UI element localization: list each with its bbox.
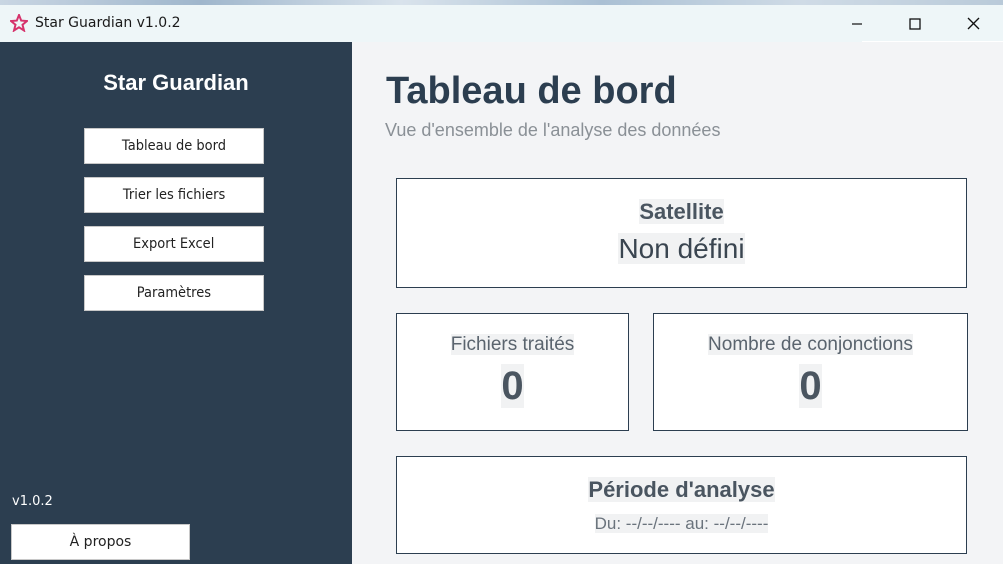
sidebar-item-label: Export Excel: [133, 236, 215, 252]
processed-files-count-text: 0: [501, 364, 524, 408]
processed-files-card: Fichiers traités 0: [396, 313, 629, 431]
satellite-value-text: Non défini: [618, 233, 745, 264]
page-subtitle: Vue d'ensemble de l'analyse des données: [385, 120, 721, 140]
star-guardian-app-icon: [10, 14, 28, 32]
analysis-period-label-text: Période d'analyse: [588, 477, 775, 502]
sidebar-item-settings[interactable]: Paramètres: [84, 275, 264, 311]
window-title: Star Guardian v1.0.2: [35, 15, 181, 31]
maximize-icon: [909, 17, 921, 30]
processed-files-label: Fichiers traités: [397, 334, 628, 356]
sidebar-item-sort-files[interactable]: Trier les fichiers: [84, 177, 264, 213]
satellite-label-text: Satellite: [639, 199, 724, 224]
processed-files-count: 0: [397, 364, 628, 409]
satellite-label: Satellite: [397, 199, 966, 225]
minimize-button[interactable]: [828, 5, 886, 42]
conjunctions-count: 0: [654, 364, 967, 409]
app-window: Star Guardian v1.0.2 Star Guardian Table…: [0, 0, 1003, 564]
satellite-value: Non défini: [397, 233, 966, 265]
maximize-button[interactable]: [886, 5, 944, 42]
analysis-period-card: Période d'analyse Du: --/--/---- au: --/…: [396, 456, 967, 554]
analysis-period-range-text: Du: --/--/---- au: --/--/----: [594, 514, 769, 533]
about-button[interactable]: À propos: [11, 524, 190, 560]
sidebar: Star Guardian Tableau de bord Trier les …: [0, 42, 352, 564]
sidebar-item-dashboard[interactable]: Tableau de bord: [84, 128, 264, 164]
sidebar-item-label: Trier les fichiers: [122, 187, 226, 203]
sidebar-item-label: Paramètres: [136, 285, 212, 301]
page-title: Tableau de bord: [386, 70, 677, 112]
conjunctions-count-text: 0: [799, 364, 822, 408]
analysis-period-range: Du: --/--/---- au: --/--/----: [397, 514, 966, 534]
title-bar[interactable]: Star Guardian v1.0.2: [0, 5, 1003, 42]
processed-files-label-text: Fichiers traités: [450, 334, 575, 355]
conjunctions-label-text: Nombre de conjonctions: [708, 334, 913, 355]
version-label: v1.0.2: [12, 494, 53, 509]
sidebar-brand: Star Guardian: [103, 70, 249, 95]
satellite-card: Satellite Non défini: [396, 178, 967, 288]
close-icon: [967, 17, 979, 30]
main-content: Tableau de bord Vue d'ensemble de l'anal…: [352, 42, 1003, 564]
minimize-icon: [852, 22, 862, 25]
sidebar-item-label: Tableau de bord: [121, 138, 227, 154]
conjunctions-label: Nombre de conjonctions: [654, 334, 967, 356]
analysis-period-label: Période d'analyse: [397, 477, 966, 503]
close-button[interactable]: [944, 5, 1002, 42]
sidebar-item-export-excel[interactable]: Export Excel: [84, 226, 264, 262]
conjunctions-card: Nombre de conjonctions 0: [653, 313, 968, 431]
